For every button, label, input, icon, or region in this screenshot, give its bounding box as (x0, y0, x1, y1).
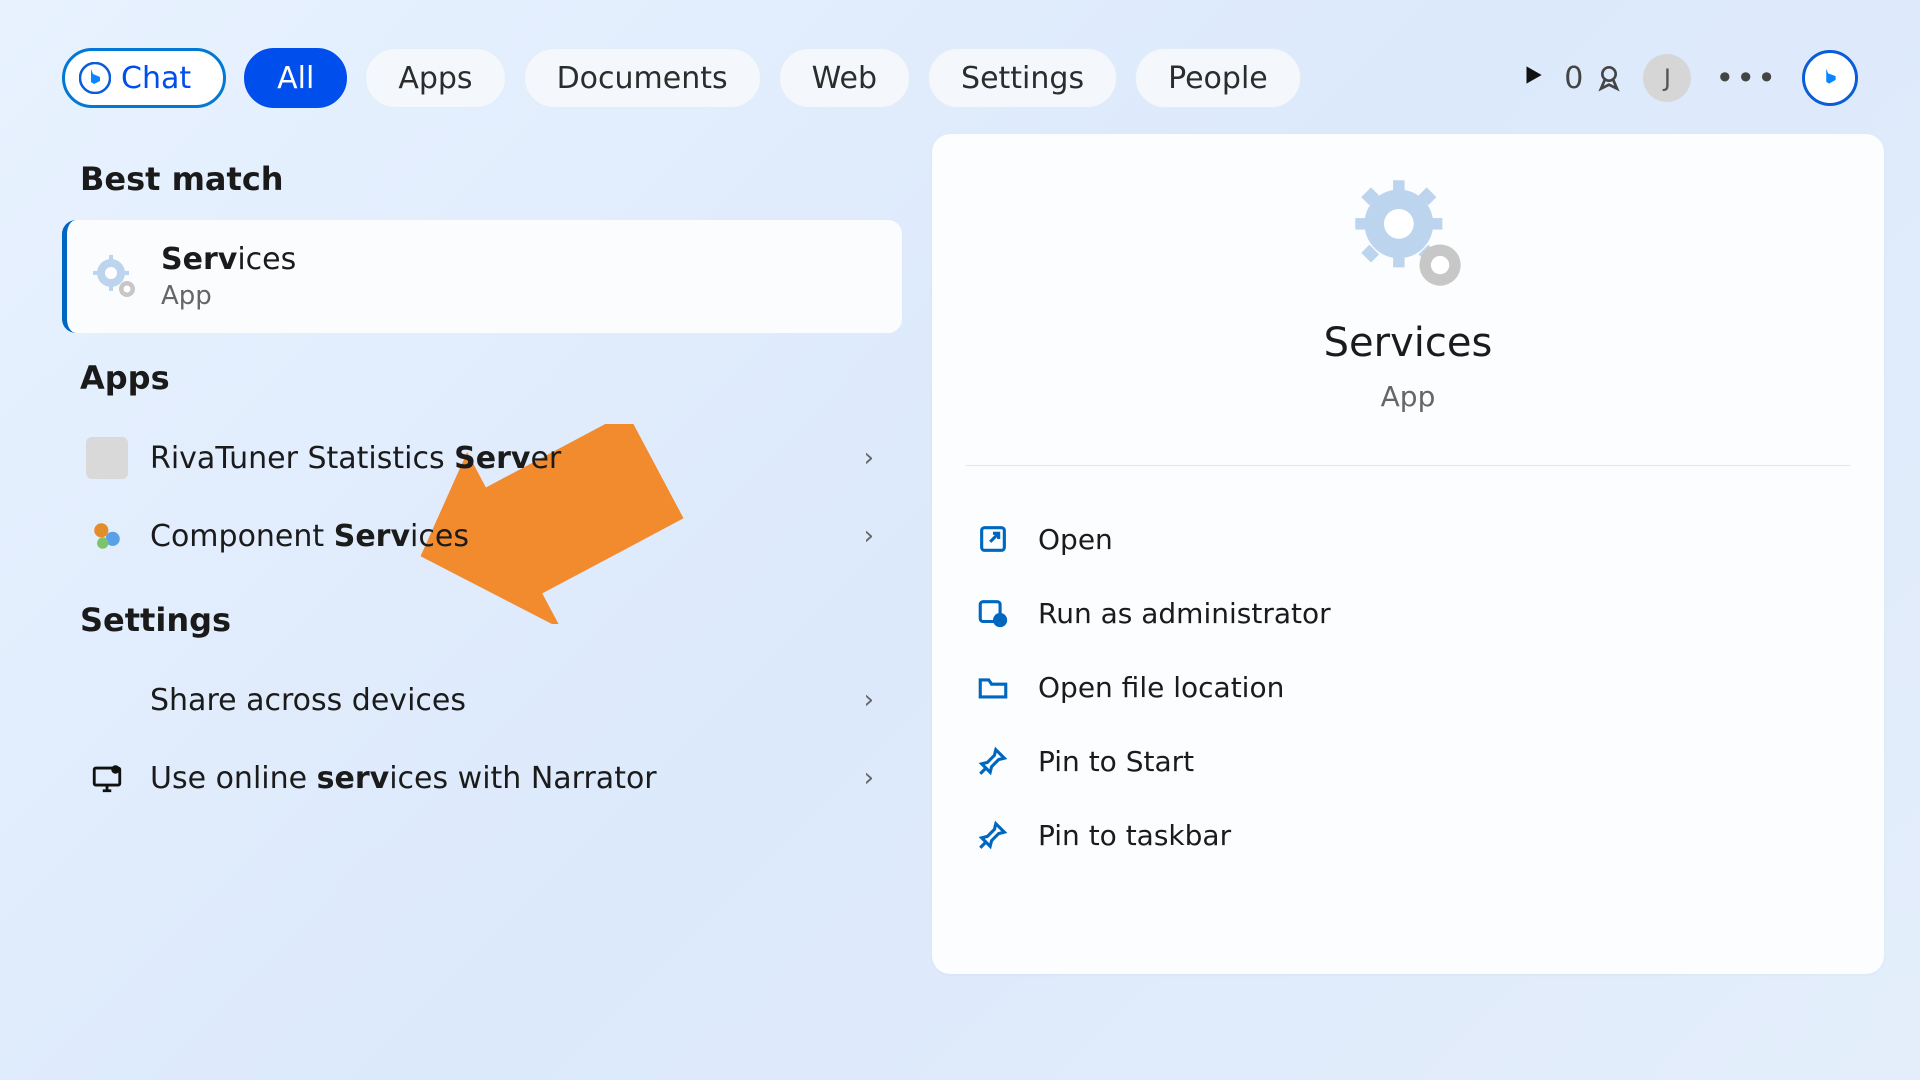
preview-subtitle: App (1381, 380, 1436, 413)
action-label: Pin to taskbar (1038, 819, 1231, 852)
preview-pane: Services App Open Run as administrator O… (932, 134, 1884, 974)
blank-icon (86, 679, 128, 721)
action-run-admin[interactable]: Run as administrator (966, 576, 1850, 650)
filter-people[interactable]: People (1135, 48, 1301, 108)
pin-icon (976, 818, 1010, 852)
app-result-component-services[interactable]: Component Services › (62, 497, 902, 575)
chat-chip-label: Chat (121, 61, 191, 96)
chevron-right-icon: › (864, 763, 874, 793)
chevron-right-icon: › (864, 521, 874, 551)
results-column: Best match Services App Apps RivaTuner S… (62, 134, 902, 974)
app-result-label: RivaTuner Statistics Server (150, 441, 561, 476)
monitor-icon (86, 757, 128, 799)
rewards-counter[interactable]: 0 (1564, 61, 1625, 96)
open-icon (976, 522, 1010, 556)
filter-apps[interactable]: Apps (365, 48, 505, 108)
app-icon (86, 515, 128, 557)
action-label: Open (1038, 523, 1113, 556)
gear-icon (91, 253, 139, 301)
gear-icon (1353, 178, 1463, 288)
pin-icon (976, 744, 1010, 778)
chat-chip[interactable]: Chat (62, 48, 226, 108)
action-label: Run as administrator (1038, 597, 1331, 630)
settings-heading: Settings (62, 575, 902, 661)
shield-admin-icon (976, 596, 1010, 630)
action-open-location[interactable]: Open file location (966, 650, 1850, 724)
action-open[interactable]: Open (966, 502, 1850, 576)
folder-icon (976, 670, 1010, 704)
filter-all[interactable]: All (244, 48, 347, 108)
setting-share-devices[interactable]: Share across devices › (62, 661, 902, 739)
app-result-label: Component Services (150, 519, 469, 554)
chevron-right-icon: › (864, 443, 874, 473)
app-icon (86, 437, 128, 479)
filter-documents[interactable]: Documents (524, 48, 761, 108)
best-match-name: Services (161, 242, 296, 277)
bing-icon (79, 62, 111, 94)
action-pin-taskbar[interactable]: Pin to taskbar (966, 798, 1850, 872)
rewards-count: 0 (1564, 61, 1583, 96)
best-match-result[interactable]: Services App (62, 220, 902, 333)
filter-settings[interactable]: Settings (928, 48, 1117, 108)
apps-heading: Apps (62, 333, 902, 419)
action-label: Pin to Start (1038, 745, 1194, 778)
more-menu-icon[interactable]: ••• (1709, 59, 1784, 97)
user-initial: J (1664, 64, 1671, 92)
best-match-sub: App (161, 281, 296, 311)
setting-narrator-online[interactable]: Use online services with Narrator › (62, 739, 902, 817)
setting-label: Use online services with Narrator (150, 761, 657, 796)
search-filter-bar: Chat All Apps Documents Web Settings Peo… (0, 0, 1920, 130)
user-avatar[interactable]: J (1643, 54, 1691, 102)
action-label: Open file location (1038, 671, 1284, 704)
bing-button[interactable] (1802, 50, 1858, 106)
app-result-rivatuner[interactable]: RivaTuner Statistics Server › (62, 419, 902, 497)
setting-label: Share across devices (150, 683, 466, 718)
action-pin-start[interactable]: Pin to Start (966, 724, 1850, 798)
preview-title: Services (1324, 320, 1493, 366)
play-icon[interactable] (1520, 62, 1546, 95)
chevron-right-icon: › (864, 685, 874, 715)
medal-icon (1593, 62, 1625, 94)
best-match-heading: Best match (62, 134, 902, 220)
filter-web[interactable]: Web (779, 48, 910, 108)
